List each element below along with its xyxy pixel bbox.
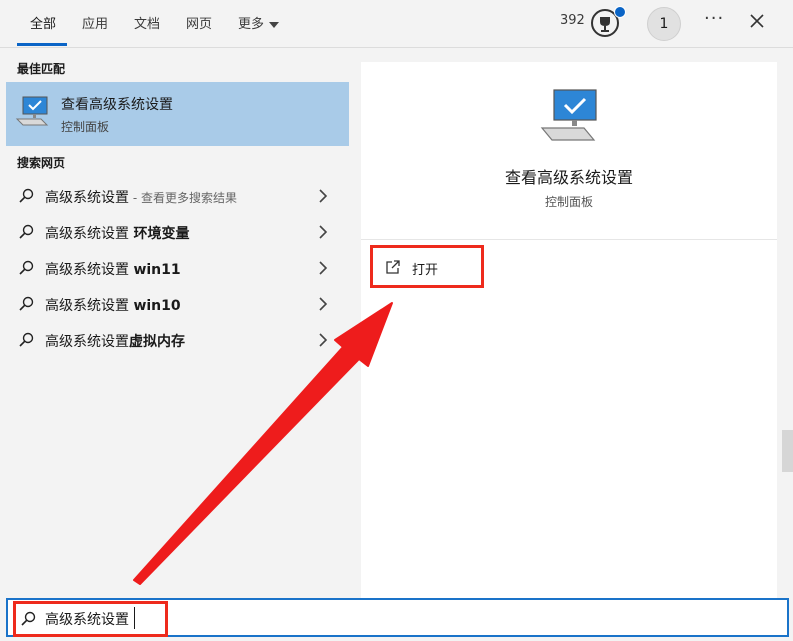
search-icon — [19, 260, 34, 275]
result-bold-text: 环境变量 — [133, 226, 190, 242]
web-result-2[interactable]: 高级系统设置 环境变量 — [6, 214, 349, 250]
window-edge — [782, 430, 793, 472]
close-icon[interactable] — [746, 10, 768, 32]
tab-more-label: 更多 — [238, 17, 265, 32]
chevron-right-icon — [319, 297, 328, 311]
best-match-title: 查看高级系统设置 — [61, 97, 173, 113]
active-tab-indicator — [17, 43, 67, 46]
result-main-text: 高级系统设置 — [45, 298, 134, 314]
preview-subtitle: 控制面板 — [544, 195, 593, 209]
monitor-check-icon — [540, 89, 597, 141]
best-match-heading: 最佳匹配 — [17, 62, 66, 76]
web-result-text: 高级系统设置 win11 — [45, 259, 181, 279]
more-options-icon[interactable]: ··· — [704, 8, 724, 29]
result-bold-text: win11 — [133, 262, 181, 278]
result-hint-text: - 查看更多搜索结果 — [129, 191, 237, 205]
web-result-text: 高级系统设置 - 查看更多搜索结果 — [45, 187, 237, 207]
web-result-text: 高级系统设置 win10 — [45, 295, 181, 315]
result-main-text: 高级系统设置 — [45, 262, 134, 278]
chevron-right-icon — [319, 189, 328, 203]
result-main-text: 高级系统设置 — [45, 334, 129, 350]
web-search-heading: 搜索网页 — [17, 156, 66, 170]
notification-dot — [614, 6, 626, 18]
result-bold-text: 虚拟内存 — [129, 334, 185, 350]
search-icon — [19, 188, 34, 203]
chevron-right-icon — [319, 261, 328, 275]
web-result-4[interactable]: 高级系统设置 win10 — [6, 286, 349, 322]
web-result-3[interactable]: 高级系统设置 win11 — [6, 250, 349, 286]
avatar[interactable]: 1 — [647, 7, 681, 41]
search-icon — [19, 224, 34, 239]
tab-apps[interactable]: 应用 — [82, 13, 108, 32]
tab-more[interactable]: 更多 — [238, 13, 280, 32]
rewards-points: 392 — [560, 13, 585, 28]
web-result-1[interactable]: 高级系统设置 - 查看更多搜索结果 — [6, 178, 349, 214]
best-match-item[interactable] — [6, 82, 349, 146]
annotation-highlight-search — [13, 601, 168, 637]
annotation-highlight-open — [370, 245, 484, 288]
web-result-text: 高级系统设置 环境变量 — [45, 223, 189, 243]
tab-web[interactable]: 网页 — [186, 13, 212, 32]
web-result-text: 高级系统设置虚拟内存 — [45, 331, 185, 351]
search-icon — [19, 296, 34, 311]
chevron-down-icon — [269, 21, 280, 28]
chevron-right-icon — [319, 333, 328, 347]
chevron-right-icon — [319, 225, 328, 239]
search-icon — [19, 332, 34, 347]
tab-documents[interactable]: 文档 — [134, 13, 160, 32]
preview-title: 查看高级系统设置 — [504, 168, 633, 187]
tab-all[interactable]: 全部 — [30, 13, 56, 32]
monitor-check-icon — [15, 96, 49, 126]
web-result-5[interactable]: 高级系统设置虚拟内存 — [6, 322, 349, 358]
result-main-text: 高级系统设置 — [45, 190, 129, 206]
result-bold-text: win10 — [133, 298, 181, 314]
result-main-text: 高级系统设置 — [45, 226, 134, 242]
best-match-subtitle: 控制面板 — [61, 120, 110, 134]
divider — [361, 239, 777, 240]
